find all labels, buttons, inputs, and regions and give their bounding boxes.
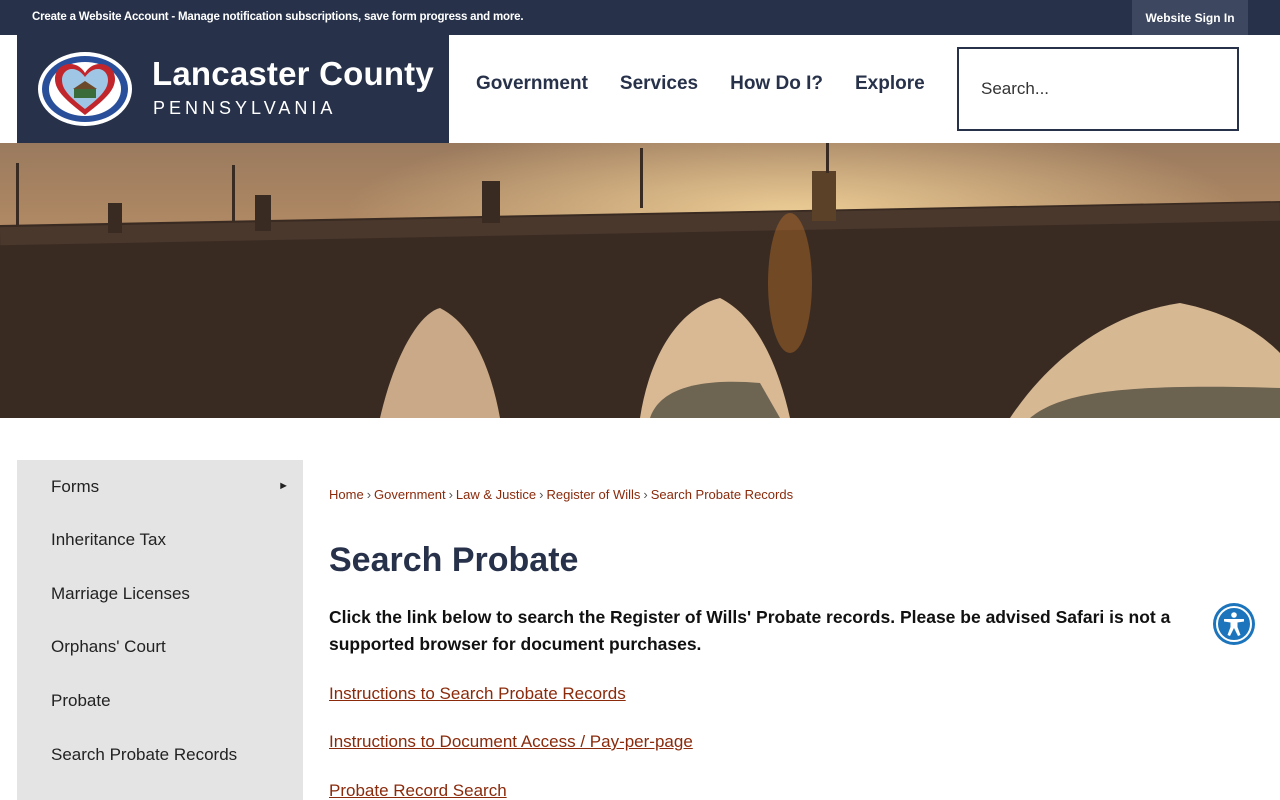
search-input[interactable] [981, 79, 1211, 99]
sidebar-item-label: Inheritance Tax [51, 530, 166, 549]
breadcrumb-separator: › [448, 487, 453, 502]
breadcrumb-law-justice[interactable]: Law & Justice [456, 487, 536, 502]
nav-services[interactable]: Services [604, 73, 714, 95]
site-logo-link[interactable]: Lancaster County PENNSYLVANIA [17, 35, 449, 143]
search-box [957, 47, 1239, 131]
probate-record-search-link[interactable]: Probate Record Search [329, 781, 507, 800]
sidebar-item-orphans-court[interactable]: Orphans' Court [17, 620, 303, 674]
sidebar-item-probate[interactable]: Probate [17, 674, 303, 728]
breadcrumb-separator: › [366, 487, 372, 502]
instructions-document-access-link[interactable]: Instructions to Document Access / Pay-pe… [329, 732, 693, 752]
breadcrumb-separator: › [643, 487, 648, 502]
instructions-search-link[interactable]: Instructions to Search Probate Records [329, 684, 626, 704]
banner-image [0, 143, 1280, 418]
sidebar-item-label: Probate [51, 691, 111, 710]
accessibility-button[interactable] [1213, 603, 1255, 645]
accessibility-icon [1216, 606, 1252, 642]
breadcrumb-government[interactable]: Government [374, 487, 446, 502]
site-title: Lancaster County [152, 55, 434, 92]
nav-explore[interactable]: Explore [839, 73, 941, 95]
bridge-illustration [0, 143, 1280, 418]
sidebar-item-marriage-licenses[interactable]: Marriage Licenses [17, 567, 303, 621]
sidebar-item-label: Marriage Licenses [51, 584, 190, 603]
sidebar-item-label: Search Probate Records [51, 745, 238, 764]
breadcrumb-separator: › [539, 487, 544, 502]
breadcrumb-current-page[interactable]: Search Probate Records [651, 487, 793, 502]
breadcrumb: Home › Government › Law & Justice › Register o… [329, 487, 793, 502]
sidebar-item-label: Forms [51, 477, 100, 496]
sidebar-item-forms[interactable]: Forms ► [17, 460, 303, 514]
site-subtitle: PENNSYLVANIA [153, 98, 337, 118]
nav-how-do-i[interactable]: How Do I? [714, 73, 839, 95]
sidebar-item-inheritance-tax[interactable]: Inheritance Tax [17, 513, 303, 567]
submenu-arrow-icon[interactable]: ► [278, 480, 289, 492]
sidebar-item-search-probate-records[interactable]: Search Probate Records [17, 728, 303, 782]
sidebar-item-label: Orphans' Court [51, 637, 166, 656]
breadcrumb-home[interactable]: Home [329, 487, 364, 502]
nav-government[interactable]: Government [460, 73, 604, 95]
page-title: Search Probate [329, 541, 579, 579]
top-utility-bar: Create a Website Account - Manage notifi… [0, 0, 1280, 35]
create-account-link[interactable]: Create a Website Account - Manage notifi… [32, 11, 524, 23]
website-sign-in-button[interactable]: Website Sign In [1132, 0, 1248, 35]
breadcrumb-register-of-wills[interactable]: Register of Wills [546, 487, 640, 502]
sidebar-nav: Forms ► Inheritance Tax Marriage License… [17, 460, 303, 800]
intro-text: Click the link below to search the Regis… [329, 607, 1171, 654]
main-navigation: Government Services How Do I? Explore [460, 73, 941, 95]
site-header: Lancaster County PENNSYLVANIA Government… [0, 35, 1280, 143]
county-seal-icon [38, 52, 132, 126]
